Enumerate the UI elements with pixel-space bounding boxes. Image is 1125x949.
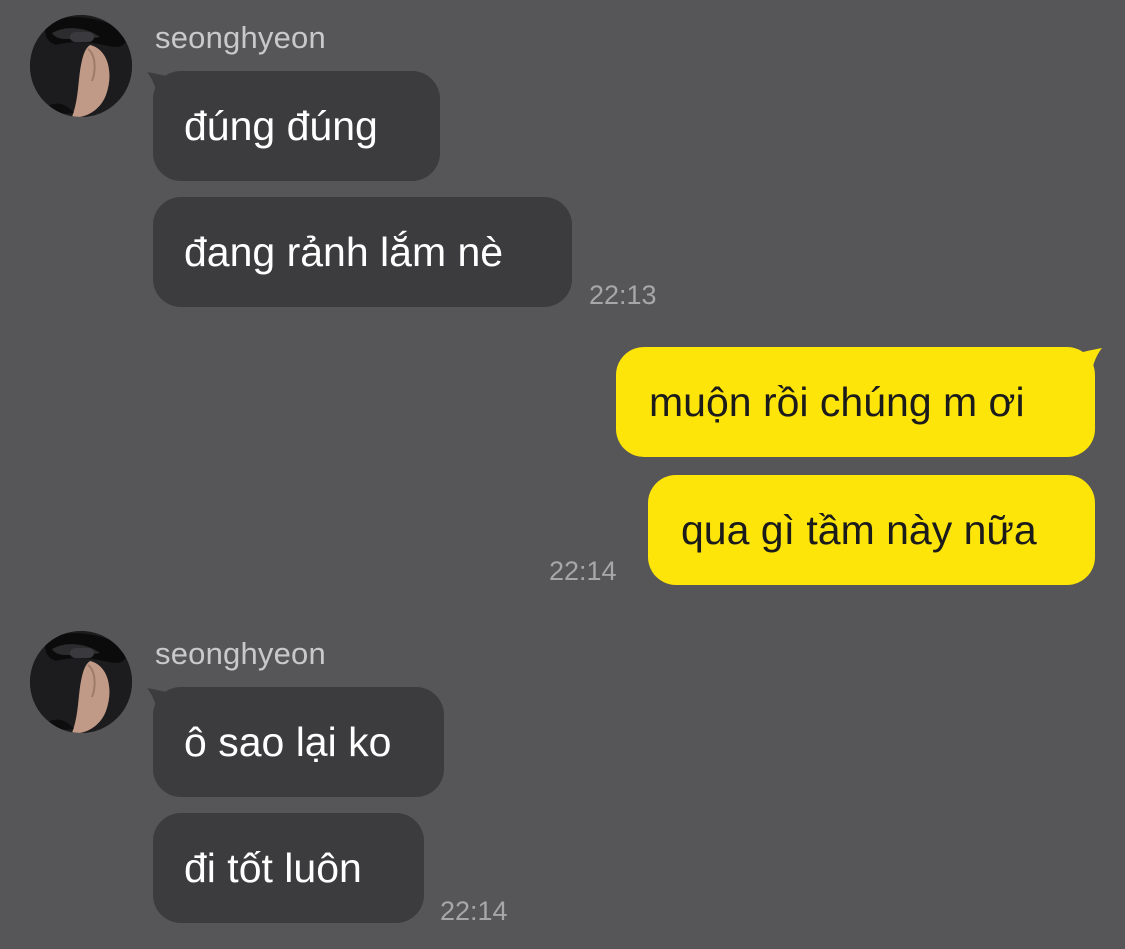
message-text: đang rảnh lắm nè <box>184 228 504 275</box>
message-text: đi tốt luôn <box>184 844 362 891</box>
message-text: muộn rồi chúng m ơi <box>649 378 1025 425</box>
profile-photo-icon <box>30 15 132 117</box>
message-timestamp: 22:14 <box>440 896 508 926</box>
sender-avatar[interactable] <box>30 15 132 117</box>
message-text: qua gì tầm này nữa <box>681 506 1037 553</box>
message-timestamp: 22:13 <box>589 280 657 310</box>
message-bubble[interactable]: đang rảnh lắm nè <box>153 197 572 307</box>
message-bubble[interactable]: qua gì tầm này nữa <box>648 475 1095 585</box>
message-bubble[interactable]: đúng đúng <box>153 71 440 181</box>
sender-name: seonghyeon <box>155 636 326 671</box>
profile-photo-icon <box>30 631 132 733</box>
sender-avatar[interactable] <box>30 631 132 733</box>
message-bubble[interactable]: đi tốt luôn <box>153 813 424 923</box>
message-text: ô sao lại ko <box>184 718 392 765</box>
message-bubble[interactable]: ô sao lại ko <box>153 687 444 797</box>
message-timestamp: 22:14 <box>549 556 617 586</box>
sender-name: seonghyeon <box>155 20 326 55</box>
message-bubble[interactable]: muộn rồi chúng m ơi <box>616 347 1095 457</box>
message-text: đúng đúng <box>184 102 378 149</box>
